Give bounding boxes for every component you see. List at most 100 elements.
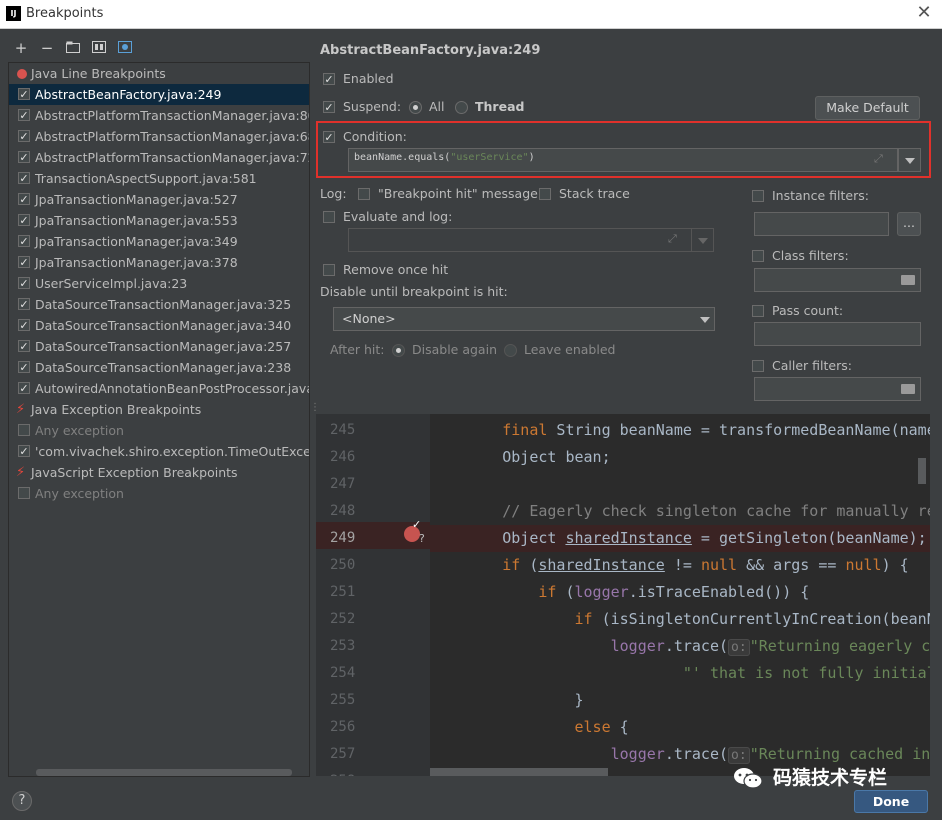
checkbox-box[interactable] (752, 250, 764, 262)
line-number: 248 (330, 503, 356, 519)
splitter-handle-icon[interactable]: ⋮ (310, 402, 320, 413)
folder-icon[interactable] (901, 384, 915, 394)
tree-item-line-11[interactable]: DataSourceTransactionManager.java:340 (9, 315, 309, 336)
tree-item-line-0[interactable]: AbstractBeanFactory.java:249 (9, 84, 309, 105)
line-number: 251 (330, 584, 356, 600)
group-by-file-icon[interactable] (90, 38, 108, 58)
tree-item-line-13[interactable]: DataSourceTransactionManager.java:238 (9, 357, 309, 378)
checkbox-box[interactable] (323, 131, 335, 143)
editor-horizontal-scrollbar[interactable] (430, 768, 608, 776)
tree-item-line-3[interactable]: AbstractPlatformTransactionManager.java:… (9, 147, 309, 168)
tree-item-line-4[interactable]: TransactionAspectSupport.java:581 (9, 168, 309, 189)
disable-until-select[interactable]: <None> (333, 307, 715, 331)
radio-button[interactable] (392, 344, 405, 357)
breakpoint-checkbox[interactable] (18, 340, 30, 352)
watermark-text: 码猿技术专栏 (773, 767, 888, 789)
breakpoint-checkbox[interactable] (18, 172, 30, 184)
group-by-package-icon[interactable] (64, 38, 82, 58)
tree-item-line-14[interactable]: AutowiredAnnotationBeanPostProcessor.jav… (9, 378, 309, 399)
breakpoint-checkbox[interactable] (18, 298, 30, 310)
checkbox-box[interactable] (323, 73, 335, 85)
add-breakpoint-button[interactable]: + (12, 38, 30, 58)
tree-item-line-2[interactable]: AbstractPlatformTransactionManager.java:… (9, 126, 309, 147)
breakpoint-checkbox[interactable] (18, 487, 30, 499)
tree-item-exception-0[interactable]: Any exception (9, 420, 309, 441)
stack-trace-label: Stack trace (559, 186, 630, 201)
breakpoint-checkbox[interactable] (18, 319, 30, 331)
breakpoint-label: JpaTransactionManager.java:553 (35, 213, 238, 228)
make-default-button[interactable]: Make Default (815, 96, 920, 120)
help-button[interactable]: ? (12, 791, 32, 811)
tree-item-line-8[interactable]: JpaTransactionManager.java:378 (9, 252, 309, 273)
evaluate-dropdown-button[interactable] (691, 228, 714, 252)
breakpoint-checkbox[interactable] (18, 193, 30, 205)
remove-breakpoint-button[interactable]: − (38, 38, 56, 58)
tree-item-exception-1[interactable]: 'com.vivachek.shiro.exception.TimeOutExc… (9, 441, 309, 462)
expand-editor-icon[interactable]: ⤢ (668, 232, 677, 246)
group-java-line-breakpoints[interactable]: Java Line Breakpoints (9, 63, 309, 84)
tree-item-line-1[interactable]: AbstractPlatformTransactionManager.java:… (9, 105, 309, 126)
breakpoint-checkbox[interactable] (18, 235, 30, 247)
caller-filters-input[interactable] (754, 377, 921, 401)
tree-item-js-0[interactable]: Any exception (9, 483, 309, 504)
tree-horizontal-scrollbar[interactable] (36, 769, 292, 776)
breakpoint-checkbox[interactable] (18, 130, 30, 142)
editor-vertical-scrollbar[interactable] (918, 458, 926, 484)
checkbox-box[interactable] (358, 188, 370, 200)
line-breakpoint-icon (17, 69, 27, 79)
tree-item-line-5[interactable]: JpaTransactionManager.java:527 (9, 189, 309, 210)
evaluate-input[interactable] (348, 228, 692, 252)
condition-dropdown-button[interactable] (898, 148, 921, 172)
tree-item-line-6[interactable]: JpaTransactionManager.java:553 (9, 210, 309, 231)
tree-item-line-10[interactable]: DataSourceTransactionManager.java:325 (9, 294, 309, 315)
code-preview[interactable]: 245 246 247 248 249 250 251 252 253 254 … (316, 414, 930, 776)
folder-icon[interactable] (901, 275, 915, 285)
expand-editor-icon[interactable]: ⤢ (874, 152, 883, 166)
checkbox-box[interactable] (752, 305, 764, 317)
group-java-exception-breakpoints[interactable]: ⚡ Java Exception Breakpoints (9, 399, 309, 420)
group-by-class-icon[interactable] (116, 38, 134, 58)
breakpoint-checkbox[interactable] (18, 256, 30, 268)
breakpoint-label: Any exception (35, 486, 124, 501)
checkbox-box[interactable] (323, 264, 335, 276)
breakpoint-checkbox[interactable] (18, 361, 30, 373)
breakpoint-checkbox[interactable] (18, 88, 30, 100)
enabled-label: Enabled (343, 71, 394, 86)
tree-item-line-7[interactable]: JpaTransactionManager.java:349 (9, 231, 309, 252)
breakpoint-checkbox[interactable] (18, 109, 30, 121)
radio-button[interactable] (455, 101, 468, 114)
breakpoint-label: Any exception (35, 423, 124, 438)
checkbox-box[interactable] (539, 188, 551, 200)
instance-filters-browse-button[interactable]: ... (897, 212, 921, 236)
condition-ident: beanName.equals( (354, 152, 451, 163)
class-filters-input[interactable] (754, 268, 921, 292)
breakpoint-checkbox[interactable] (18, 277, 30, 289)
instance-filters-input[interactable] (754, 212, 889, 236)
breakpoint-checkbox[interactable] (18, 424, 30, 436)
line-number: 245 (330, 422, 356, 438)
radio-button[interactable] (504, 344, 517, 357)
breakpoint-label: UserServiceImpl.java:23 (35, 276, 188, 291)
breakpoint-label: TransactionAspectSupport.java:581 (35, 171, 257, 186)
done-button[interactable]: Done (854, 790, 928, 813)
checkbox-box[interactable] (323, 101, 335, 113)
breakpoint-checkbox[interactable] (18, 151, 30, 163)
breakpoints-tree[interactable]: Java Line Breakpoints AbstractBeanFactor… (8, 62, 310, 777)
pass-count-input[interactable] (754, 322, 921, 346)
radio-button[interactable] (409, 101, 422, 114)
code-line: final String beanName = transformedBeanN… (502, 421, 930, 439)
checkbox-box[interactable] (323, 211, 335, 223)
checkbox-box[interactable] (752, 360, 764, 372)
checkbox-box[interactable] (752, 190, 764, 202)
close-icon[interactable]: ✕ (914, 2, 934, 24)
breakpoint-checkbox[interactable] (18, 445, 30, 457)
tree-item-line-12[interactable]: DataSourceTransactionManager.java:257 (9, 336, 309, 357)
group-javascript-exception-breakpoints[interactable]: ⚡ JavaScript Exception Breakpoints (9, 462, 309, 483)
class-filters-label: Class filters: (772, 248, 849, 263)
breakpoint-checkbox[interactable] (18, 382, 30, 394)
breakpoint-hit-message-label: "Breakpoint hit" message (378, 186, 538, 201)
breakpoint-checkbox[interactable] (18, 214, 30, 226)
tree-item-line-9[interactable]: UserServiceImpl.java:23 (9, 273, 309, 294)
evaluate-and-log-label: Evaluate and log: (343, 209, 453, 224)
line-number: 249 (330, 530, 356, 546)
